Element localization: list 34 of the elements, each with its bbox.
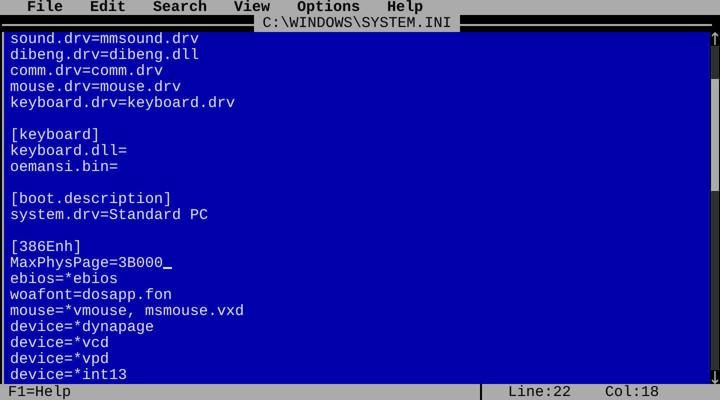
menu-item[interactable]: Edit [90,0,126,15]
text-line: oemansi.bin= [10,160,118,176]
down-arrow-icon[interactable] [710,370,720,384]
text-line: comm.drv=comm.drv [10,64,164,80]
text-line: device=*dynapage [10,320,154,336]
line-number: Line:22 [508,384,572,400]
text-line: dibeng.drv=dibeng.dll [10,48,200,64]
help-hint: F1=Help [7,384,72,400]
menu-item[interactable]: View [234,0,270,15]
up-arrow-icon[interactable] [710,32,720,46]
column-number: Col:18 [605,384,660,400]
text-line: mouse=*vmouse, msmouse.vxd [10,304,244,320]
text-line: ebios=*ebios [10,272,118,288]
text-line: woafont=dosapp.fon [10,288,172,304]
text-line: keyboard.drv=keyboard.drv [10,96,236,112]
text-line: system.drv=Standard PC [10,208,208,224]
menu-item[interactable]: File [27,0,64,15]
window-title: C:\WINDOWS\SYSTEM.INI [254,15,460,32]
text-line: [keyboard] [10,128,100,144]
text-line: sound.drv=mmsound.drv [10,32,200,48]
text-line: device=*vpd [10,352,110,368]
menu-item[interactable]: Search [153,0,208,15]
text-line: device=*int13 [10,368,128,384]
menu-item[interactable]: Help [387,0,424,15]
menu-item[interactable]: Options [297,0,360,15]
text-line: MaxPhysPage=3B000 [10,256,164,272]
text-line: keyboard.dll= [10,144,128,160]
editor-area[interactable] [4,32,710,384]
text-line: device=*vcd [10,336,110,352]
scroll-thumb[interactable] [711,79,719,191]
scroll-bar[interactable] [710,32,720,384]
text-line: mouse.drv=mouse.drv [10,80,182,96]
text-line: [boot.description] [10,192,172,208]
text-line: [386Enh] [10,240,82,256]
